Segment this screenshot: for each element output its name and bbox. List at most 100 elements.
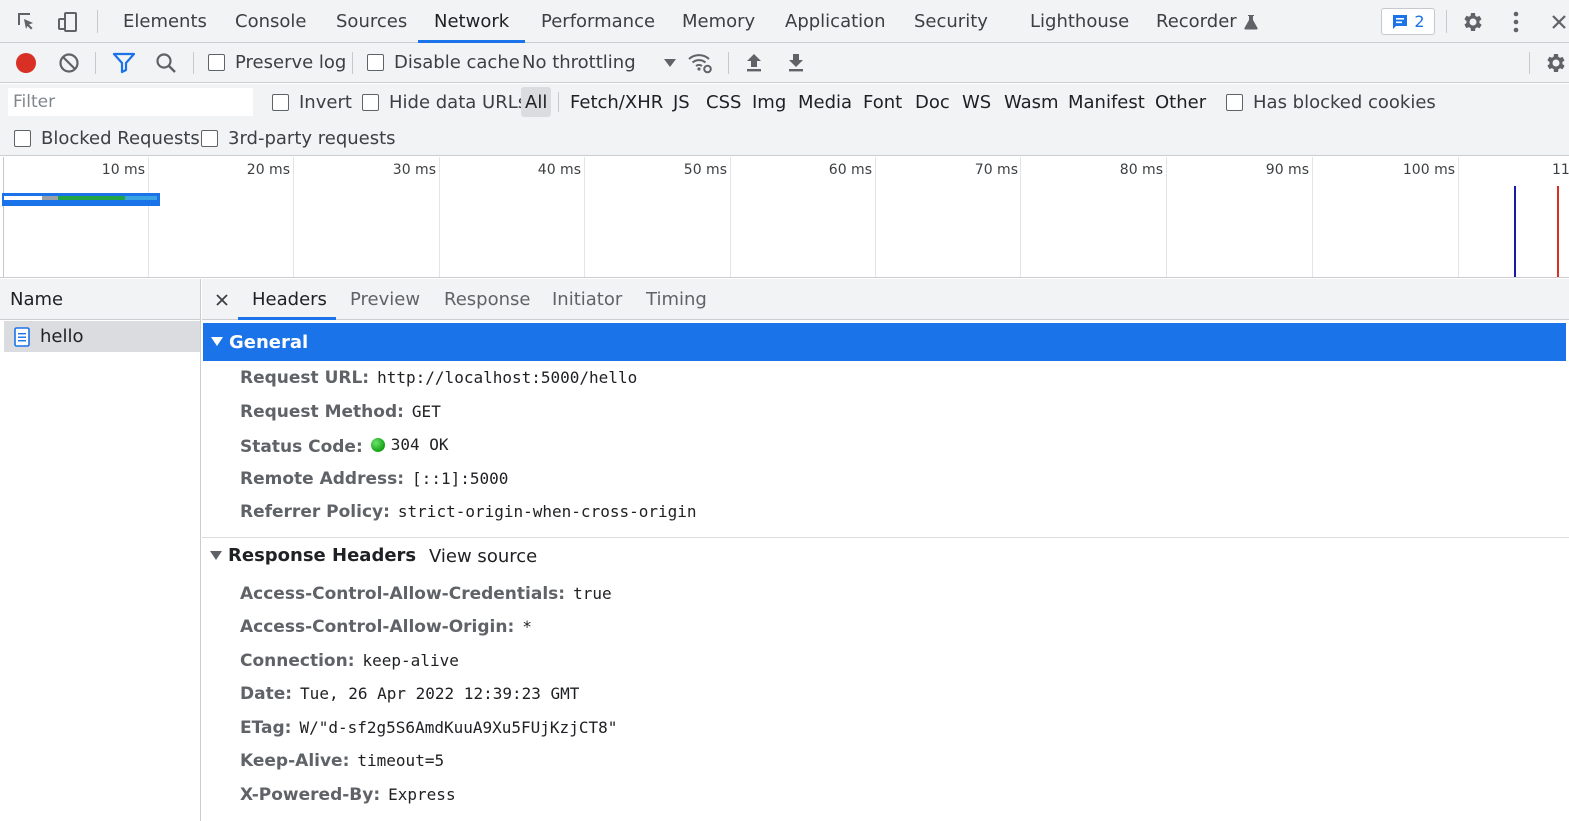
tab-security[interactable]: Security bbox=[914, 0, 988, 43]
toolbar-separator bbox=[193, 52, 194, 74]
header-value: W/"d-sf2g5S6AmdKuuA9Xu5FUjKzjCT8" bbox=[299, 718, 618, 737]
disable-cache-box[interactable] bbox=[367, 54, 384, 71]
triangle-down-icon bbox=[210, 550, 222, 560]
overview-tick-label: 100 ms bbox=[1402, 162, 1455, 178]
type-filter-wasm[interactable]: Wasm bbox=[1004, 87, 1059, 117]
response-headers-section-header[interactable]: Response Headers bbox=[210, 545, 416, 566]
network-settings-gear-icon[interactable] bbox=[1543, 43, 1569, 83]
tab-network[interactable]: Network bbox=[434, 0, 509, 43]
request-row[interactable]: hello bbox=[4, 321, 200, 352]
overview-grid-line bbox=[730, 157, 731, 277]
settings-gear-icon[interactable] bbox=[1460, 0, 1486, 43]
filter-toggle-button[interactable] bbox=[110, 43, 138, 83]
type-filter-other[interactable]: Other bbox=[1155, 87, 1206, 117]
general-header-row: Request URL: http://localhost:5000/hello bbox=[240, 368, 637, 388]
header-value: http://localhost:5000/hello bbox=[377, 368, 638, 387]
blocked-requests-checkbox[interactable]: Blocked Requests bbox=[14, 128, 200, 149]
type-filter-js[interactable]: JS bbox=[673, 87, 690, 117]
clear-button[interactable] bbox=[56, 43, 82, 83]
tab-console[interactable]: Console bbox=[235, 0, 306, 43]
tab-performance[interactable]: Performance bbox=[541, 0, 655, 43]
filter-input[interactable] bbox=[8, 88, 253, 116]
header-key: Status Code: bbox=[240, 436, 363, 457]
disable-cache-label: Disable cache bbox=[394, 52, 520, 73]
network-toolbar: Preserve log Disable cache No throttling bbox=[0, 43, 1569, 83]
tab-sources[interactable]: Sources bbox=[336, 0, 407, 43]
inspect-element-icon[interactable] bbox=[12, 0, 40, 43]
overview-tick-label: 11 bbox=[1552, 162, 1569, 178]
detail-tab-preview[interactable]: Preview bbox=[350, 279, 420, 320]
name-column-header[interactable]: Name bbox=[0, 279, 200, 320]
hide-data-urls-box[interactable] bbox=[362, 94, 379, 111]
type-filter-doc[interactable]: Doc bbox=[915, 87, 950, 117]
detail-tab-headers[interactable]: Headers bbox=[252, 279, 327, 320]
export-har-button[interactable] bbox=[785, 43, 807, 83]
toolbar-separator bbox=[1529, 52, 1530, 74]
issues-badge[interactable]: 2 bbox=[1381, 8, 1435, 35]
blocked-requests-box[interactable] bbox=[14, 130, 31, 147]
search-button[interactable] bbox=[153, 43, 179, 83]
type-filter-manifest[interactable]: Manifest bbox=[1068, 87, 1145, 117]
preserve-log-label: Preserve log bbox=[235, 52, 347, 73]
invert-box[interactable] bbox=[272, 94, 289, 111]
tab-recorder[interactable]: Recorder bbox=[1156, 0, 1258, 43]
disable-cache-checkbox[interactable]: Disable cache bbox=[367, 52, 520, 73]
type-filter-font[interactable]: Font bbox=[863, 87, 902, 117]
overview-grid-line bbox=[148, 157, 149, 277]
tab-bar-separator bbox=[97, 10, 98, 33]
header-value-status: 304 OK bbox=[370, 435, 449, 454]
view-source-button[interactable]: View source bbox=[429, 546, 537, 567]
header-value: * bbox=[522, 617, 532, 636]
type-filter-fetch-xhr[interactable]: Fetch/XHR bbox=[570, 87, 663, 117]
detail-tab-response[interactable]: Response bbox=[444, 279, 530, 320]
overview-grid-line bbox=[1020, 157, 1021, 277]
download-icon bbox=[789, 54, 803, 72]
issues-icon bbox=[1393, 14, 1408, 29]
network-overview[interactable]: 10 ms 20 ms 30 ms 40 ms 50 ms 60 ms 70 m… bbox=[0, 157, 1569, 278]
overview-bar-stalled bbox=[42, 196, 58, 200]
tab-memory[interactable]: Memory bbox=[682, 0, 755, 43]
overview-tick-label: 90 ms bbox=[1265, 162, 1309, 178]
network-conditions-button[interactable] bbox=[686, 43, 714, 83]
response-header-row: Date: Tue, 26 Apr 2022 12:39:23 GMT bbox=[240, 684, 579, 704]
preserve-log-checkbox[interactable]: Preserve log bbox=[208, 52, 346, 73]
detail-tab-initiator[interactable]: Initiator bbox=[552, 279, 622, 320]
overview-grid-line bbox=[875, 157, 876, 277]
has-blocked-cookies-box[interactable] bbox=[1226, 94, 1243, 111]
has-blocked-cookies-checkbox[interactable]: Has blocked cookies bbox=[1226, 92, 1436, 113]
type-filter-media[interactable]: Media bbox=[798, 87, 852, 117]
response-header-row: Access-Control-Allow-Credentials: true bbox=[240, 584, 612, 604]
has-blocked-cookies-label: Has blocked cookies bbox=[1253, 92, 1436, 113]
overview-tick-label: 70 ms bbox=[974, 162, 1018, 178]
overview-grid-line bbox=[293, 157, 294, 277]
type-filter-ws[interactable]: WS bbox=[962, 87, 991, 117]
detail-tab-timing[interactable]: Timing bbox=[646, 279, 707, 320]
blocked-requests-label: Blocked Requests bbox=[41, 128, 200, 149]
more-options-icon[interactable] bbox=[1504, 0, 1528, 43]
type-filter-img[interactable]: Img bbox=[752, 87, 786, 117]
general-section-header[interactable]: General bbox=[203, 323, 1566, 361]
overview-tick-label: 10 ms bbox=[101, 162, 145, 178]
tab-elements[interactable]: Elements bbox=[123, 0, 207, 43]
header-value: strict-origin-when-cross-origin bbox=[397, 502, 697, 521]
preserve-log-box[interactable] bbox=[208, 54, 225, 71]
close-detail-button[interactable] bbox=[215, 279, 229, 320]
record-button[interactable] bbox=[13, 43, 39, 83]
overview-bar-download bbox=[125, 196, 157, 200]
throttling-select[interactable]: No throttling bbox=[522, 52, 676, 73]
header-key: Remote Address: bbox=[240, 469, 405, 489]
type-filter-css[interactable]: CSS bbox=[706, 87, 741, 117]
overview-tick-label: 20 ms bbox=[246, 162, 290, 178]
type-filter-all[interactable]: All bbox=[521, 87, 552, 117]
device-toolbar-icon[interactable] bbox=[54, 0, 82, 43]
close-devtools-icon[interactable] bbox=[1548, 0, 1569, 43]
tab-lighthouse[interactable]: Lighthouse bbox=[1030, 0, 1129, 43]
hide-data-urls-label: Hide data URLs bbox=[389, 92, 528, 113]
invert-checkbox[interactable]: Invert bbox=[272, 92, 352, 113]
chevron-down-icon bbox=[663, 58, 676, 67]
tab-application[interactable]: Application bbox=[785, 0, 886, 43]
import-har-button[interactable] bbox=[743, 43, 765, 83]
hide-data-urls-checkbox[interactable]: Hide data URLs bbox=[362, 92, 527, 113]
third-party-requests-checkbox[interactable]: 3rd-party requests bbox=[201, 128, 396, 149]
third-party-requests-box[interactable] bbox=[201, 130, 218, 147]
